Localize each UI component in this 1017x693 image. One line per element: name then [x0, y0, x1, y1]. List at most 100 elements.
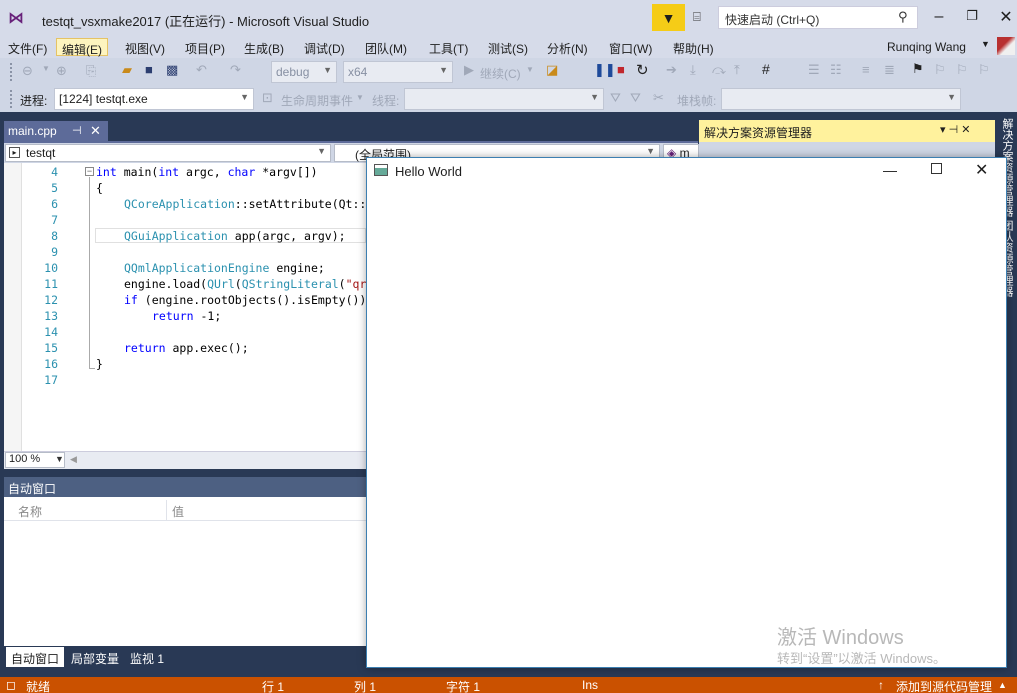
browser-link-icon[interactable]: ◪ [546, 62, 558, 78]
menu-file[interactable]: 文件(F) [3, 38, 52, 56]
align-right-icon[interactable]: ☷ [830, 62, 842, 78]
restart-icon[interactable]: ↻ [636, 61, 649, 79]
line-number: 6 [51, 197, 58, 211]
solution-explorer-toolbar [699, 142, 995, 158]
chevron-down-icon: ▼ [646, 146, 655, 156]
hello-world-window[interactable] [366, 157, 1007, 668]
solution-platform-select[interactable]: x64 ▼ [343, 61, 453, 83]
stop-icon[interactable]: ■ [617, 62, 625, 77]
menu-view[interactable]: 视图(V) [120, 38, 170, 56]
lifecycle-dropdown-icon[interactable]: ▼ [356, 93, 364, 102]
line-number: 12 [44, 293, 58, 307]
menu-edit[interactable]: 编辑(E) [56, 38, 108, 57]
undo-icon[interactable]: ↶ [196, 62, 207, 78]
menu-project[interactable]: 项目(P) [180, 38, 230, 56]
continue-dropdown-icon[interactable]: ▼ [526, 65, 534, 74]
step-over-icon[interactable]: ⤼ [712, 62, 726, 78]
continue-button[interactable]: 继续(C) [480, 65, 521, 82]
app-maximize-button[interactable] [931, 163, 942, 174]
project-select[interactable]: testqt ▼ [5, 144, 331, 162]
save-all-icon[interactable]: ▩ [166, 62, 178, 78]
uncomment-icon[interactable]: ≣ [884, 62, 895, 78]
code-line: QGuiApplication app(argc, argv); [124, 229, 346, 243]
user-dropdown-icon[interactable]: ▼ [981, 39, 990, 49]
flag-threads-icon[interactable]: ✂ [653, 90, 664, 106]
menu-build[interactable]: 生成(B) [239, 38, 289, 56]
avatar[interactable] [997, 37, 1015, 55]
app-close-button[interactable]: ✕ [975, 160, 988, 180]
save-icon[interactable]: ■ [145, 62, 153, 77]
pin-icon[interactable]: ⊣ [949, 124, 962, 136]
new-project-icon[interactable]: ⎘ [86, 63, 96, 79]
show-next-statement-icon[interactable]: ➔ [666, 62, 677, 78]
feedback-icon[interactable]: ⌸ [693, 9, 711, 25]
back-icon[interactable]: ⊖ [22, 63, 33, 79]
column-divider[interactable] [166, 500, 167, 520]
stack-frame-select[interactable]: ▼ [721, 88, 961, 110]
lifecycle-events-button[interactable]: 生命周期事件 [281, 92, 353, 109]
step-out-icon[interactable]: ⤒ [734, 62, 740, 78]
filter-icon[interactable]: ⛛ [610, 90, 621, 106]
toolbar-grip[interactable] [10, 90, 14, 108]
user-account[interactable]: Runqing Wang [887, 40, 966, 54]
hex-display-icon[interactable]: # [762, 61, 770, 77]
line-number: 9 [51, 245, 58, 259]
close-button[interactable]: ✕ [996, 7, 1016, 27]
open-file-icon[interactable]: ▰ [122, 62, 132, 78]
code-line: return app.exec(); [124, 341, 249, 355]
notification-flag-icon[interactable]: ▼ [652, 4, 685, 31]
search-icon[interactable]: ⚲ [898, 9, 908, 25]
bookmark-icon[interactable]: ⚑ [912, 61, 924, 77]
quick-launch-input[interactable]: 快速启动 (Ctrl+Q) [718, 6, 918, 29]
line-number: 16 [44, 357, 58, 371]
status-bar [0, 677, 1017, 693]
align-left-icon[interactable]: ☰ [808, 62, 820, 78]
lifecycle-icon: ⊡ [262, 90, 273, 105]
menu-help[interactable]: 帮助(H) [668, 38, 719, 56]
process-label: 进程: [20, 94, 48, 108]
project-icon: ▸ [9, 147, 20, 158]
menu-team[interactable]: 团队(M) [360, 38, 412, 56]
tab-watch-1[interactable]: 监视 1 [125, 647, 169, 667]
maximize-button[interactable]: ❐ [962, 8, 982, 28]
pin-icon[interactable]: ⊣ [72, 124, 82, 137]
column-value-header[interactable]: 值 [172, 503, 184, 520]
indicator-margin[interactable] [4, 163, 22, 451]
chevron-up-icon[interactable]: ▲ [998, 680, 1007, 690]
column-name-header[interactable]: 名称 [18, 503, 42, 520]
menu-debug[interactable]: 调试(D) [299, 38, 350, 56]
close-icon[interactable]: ✕ [961, 124, 970, 136]
next-bookmark-icon[interactable]: ⚐ [956, 62, 968, 78]
solution-config-select[interactable]: debug ▼ [271, 61, 337, 83]
process-select[interactable]: [1224] testqt.exe ▼ [54, 88, 254, 110]
code-line: if (engine.rootObjects().isEmpty()) [124, 293, 367, 307]
forward-icon[interactable]: ⊕ [56, 63, 67, 79]
tab-autos[interactable]: 自动窗口 [6, 647, 65, 667]
toolbar-grip[interactable] [10, 63, 14, 81]
clear-bookmarks-icon[interactable]: ⚐ [978, 62, 990, 78]
menu-analyze[interactable]: 分析(N) [542, 38, 593, 56]
prev-bookmark-icon[interactable]: ⚐ [934, 62, 946, 78]
close-icon[interactable]: ✕ [90, 123, 101, 139]
menu-test[interactable]: 测试(S) [483, 38, 533, 56]
chevron-down-icon[interactable]: ▼ [55, 454, 64, 464]
panel-menu-icon[interactable]: ▾ [940, 124, 949, 136]
step-into-icon[interactable]: ⤓ [690, 62, 696, 78]
back-dropdown-icon[interactable]: ▼ [42, 64, 50, 73]
outline-collapse-icon[interactable]: − [85, 167, 94, 176]
redo-icon[interactable]: ↷ [230, 62, 241, 78]
tab-locals[interactable]: 局部变量 [66, 647, 124, 667]
status-ready-icon: ◻ [6, 678, 16, 692]
menu-window[interactable]: 窗口(W) [604, 38, 657, 56]
status-line: 行 1 [262, 680, 285, 693]
line-number: 7 [51, 213, 58, 227]
minimize-button[interactable]: – [929, 8, 949, 28]
thread-select[interactable]: ▼ [404, 88, 604, 110]
menu-tools[interactable]: 工具(T) [424, 38, 473, 56]
scroll-left-icon[interactable]: ◀ [70, 454, 77, 465]
filter-toggle-icon[interactable]: ⛛ [630, 90, 641, 106]
comment-icon[interactable]: ≡ [862, 62, 870, 77]
app-minimize-button[interactable]: — [883, 162, 897, 178]
add-to-source-control-button[interactable]: 添加到源代码管理 [896, 678, 992, 693]
pause-icon[interactable]: ❚❚ [594, 62, 616, 78]
